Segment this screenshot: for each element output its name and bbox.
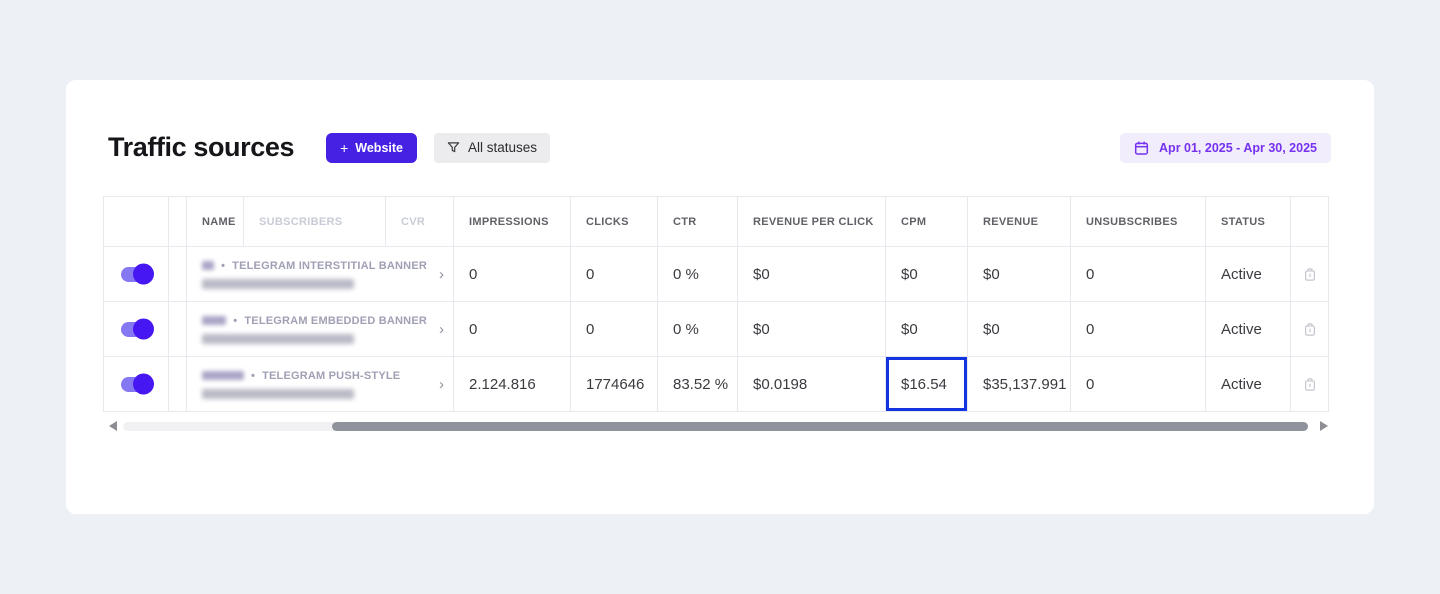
traffic-sources-table: NAME SUBSCRIBERS CVR IMPRESSIONS CLICKS … (103, 196, 1329, 412)
column-header-clicks[interactable]: CLICKS (571, 197, 658, 247)
column-header-revenue[interactable]: REVENUE (968, 197, 1071, 247)
page-background: Traffic sources + Website All statuses (0, 0, 1440, 594)
bullet-separator (221, 260, 225, 272)
column-header-revenue-per-click[interactable]: REVENUE PER CLICK (738, 197, 886, 247)
impressions-cell: 0 (454, 247, 571, 302)
add-website-button[interactable]: + Website (326, 133, 417, 163)
source-name: TELEGRAM PUSH-STYLE (262, 370, 400, 382)
column-header-name[interactable]: NAME (187, 197, 244, 247)
blurred-source-id (202, 316, 226, 325)
status-cell: Active (1206, 302, 1291, 357)
bullet-separator (233, 315, 237, 327)
table-header-row: NAME SUBSCRIBERS CVR IMPRESSIONS CLICKS … (104, 197, 1329, 247)
scroll-left-arrow-icon[interactable] (109, 421, 117, 431)
column-header-unsubscribes[interactable]: UNSUBSCRIBES (1071, 197, 1206, 247)
column-header-actions (1291, 197, 1329, 247)
revenue-cell: $0 (968, 247, 1071, 302)
source-name-cell[interactable]: TELEGRAM PUSH-STYLE › (187, 357, 454, 412)
traffic-sources-card: Traffic sources + Website All statuses (66, 80, 1374, 514)
impressions-cell: 2.124.816 (454, 357, 571, 412)
source-enabled-toggle[interactable] (121, 377, 151, 392)
status-filter-label: All statuses (468, 140, 537, 155)
source-name-line: TELEGRAM EMBEDDED BANNER (202, 315, 427, 327)
chevron-right-icon[interactable]: › (439, 377, 444, 392)
column-header-toggle (104, 197, 169, 247)
table-row: TELEGRAM INTERSTITIAL BANNER › 0 0 0 % $… (104, 247, 1329, 302)
cpm-cell: $0 (886, 247, 968, 302)
status-cell: Active (1206, 247, 1291, 302)
source-enabled-toggle[interactable] (121, 322, 151, 337)
expander-cell (169, 302, 187, 357)
add-website-label: Website (355, 141, 403, 155)
chevron-right-icon[interactable]: › (439, 267, 444, 282)
expander-cell (169, 247, 187, 302)
source-enabled-toggle[interactable] (121, 267, 151, 282)
source-name-line: TELEGRAM PUSH-STYLE (202, 370, 427, 382)
status-filter-button[interactable]: All statuses (434, 133, 550, 163)
table-row: TELEGRAM EMBEDDED BANNER › 0 0 0 % $0 $0… (104, 302, 1329, 357)
clicks-cell: 0 (571, 302, 658, 357)
impressions-cell: 0 (454, 302, 571, 357)
column-header-status[interactable]: STATUS (1206, 197, 1291, 247)
blurred-source-url (202, 389, 354, 399)
table-row: TELEGRAM PUSH-STYLE › 2.124.816 1774646 … (104, 357, 1329, 412)
unsubscribes-cell: 0 (1071, 247, 1206, 302)
horizontal-scrollbar[interactable] (103, 420, 1328, 433)
unsubscribes-cell: 0 (1071, 357, 1206, 412)
source-name-cell[interactable]: TELEGRAM INTERSTITIAL BANNER › (187, 247, 454, 302)
cpm-cell: $0 (886, 302, 968, 357)
column-header-cvr: CVR (386, 197, 454, 247)
column-header-impressions[interactable]: IMPRESSIONS (454, 197, 571, 247)
column-header-subscribers: SUBSCRIBERS (244, 197, 386, 247)
date-range-picker[interactable]: Apr 01, 2025 - Apr 30, 2025 (1120, 133, 1331, 163)
bullet-separator (251, 370, 255, 382)
source-name-cell[interactable]: TELEGRAM EMBEDDED BANNER › (187, 302, 454, 357)
column-header-expander (169, 197, 187, 247)
revenue-per-click-cell: $0 (738, 247, 886, 302)
blurred-source-url (202, 334, 354, 344)
revenue-cell: $0 (968, 302, 1071, 357)
expander-cell (169, 357, 187, 412)
trash-icon (1303, 325, 1317, 340)
source-name: TELEGRAM INTERSTITIAL BANNER (232, 260, 427, 272)
plus-icon: + (340, 141, 348, 155)
delete-button[interactable] (1299, 263, 1321, 286)
delete-button[interactable] (1299, 373, 1321, 396)
column-header-cpm[interactable]: CPM (886, 197, 968, 247)
scroll-right-arrow-icon[interactable] (1320, 421, 1328, 431)
chevron-right-icon[interactable]: › (439, 322, 444, 337)
unsubscribes-cell: 0 (1071, 302, 1206, 357)
filter-funnel-icon (447, 141, 460, 155)
blurred-source-id (202, 261, 214, 270)
date-range-label: Apr 01, 2025 - Apr 30, 2025 (1159, 141, 1317, 155)
source-name: TELEGRAM EMBEDDED BANNER (244, 315, 427, 327)
clicks-cell: 0 (571, 247, 658, 302)
scrollbar-thumb[interactable] (332, 422, 1308, 431)
revenue-per-click-cell: $0 (738, 302, 886, 357)
column-header-ctr[interactable]: CTR (658, 197, 738, 247)
revenue-per-click-cell: $0.0198 (738, 357, 886, 412)
ctr-cell: 0 % (658, 247, 738, 302)
source-name-line: TELEGRAM INTERSTITIAL BANNER (202, 260, 427, 272)
page-title: Traffic sources (108, 132, 294, 163)
delete-button[interactable] (1299, 318, 1321, 341)
ctr-cell: 83.52 % (658, 357, 738, 412)
ctr-cell: 0 % (658, 302, 738, 357)
clicks-cell: 1774646 (571, 357, 658, 412)
trash-icon (1303, 270, 1317, 285)
trash-icon (1303, 380, 1317, 395)
revenue-cell: $35,137.991 (968, 357, 1071, 412)
blurred-source-id (202, 371, 244, 380)
table-section: NAME SUBSCRIBERS CVR IMPRESSIONS CLICKS … (103, 196, 1331, 433)
blurred-source-url (202, 279, 354, 289)
calendar-icon (1134, 140, 1149, 156)
status-cell: Active (1206, 357, 1291, 412)
cpm-cell-highlighted: $16.54 (886, 357, 968, 412)
card-header: Traffic sources + Website All statuses (66, 80, 1374, 163)
